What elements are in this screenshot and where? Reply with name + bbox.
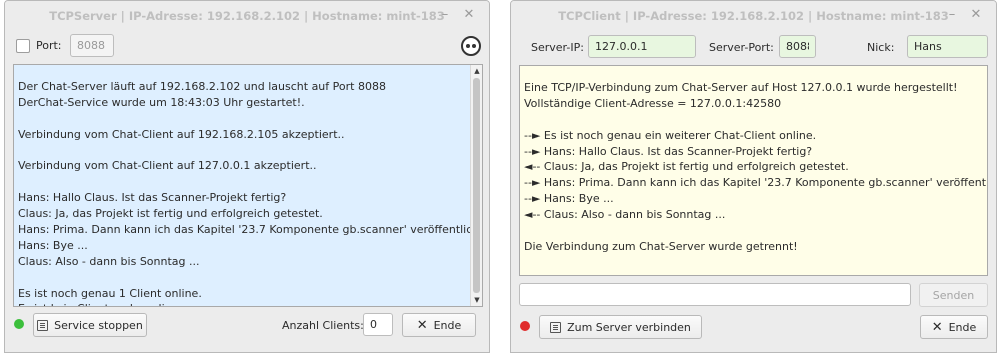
scroll-up-icon[interactable]: ▲ bbox=[473, 67, 481, 75]
port-label: Port: bbox=[36, 39, 62, 52]
stop-service-button[interactable]: Service stoppen bbox=[33, 313, 147, 337]
port-input[interactable] bbox=[70, 34, 114, 57]
x-icon: ✕ bbox=[416, 317, 428, 333]
log-line: Claus: Also - dann bis Sonntag ... bbox=[18, 254, 200, 268]
nick-label: Nick: bbox=[867, 41, 895, 54]
server-ip-input[interactable] bbox=[588, 35, 696, 58]
server-ip-label: Server-IP: bbox=[531, 41, 584, 54]
log-line: ◄-- Claus: Also - dann bis Sonntag ... bbox=[524, 208, 726, 222]
client-window-title: TCPClient | IP-Adresse: 192.168.2.102 | … bbox=[558, 9, 949, 23]
client-log[interactable]: Eine TCP/IP-Verbindung zum Chat-Server a… bbox=[519, 65, 988, 276]
log-line: Hans: Prima. Dann kann ich das Kapitel '… bbox=[18, 223, 483, 237]
log-line: Der Chat-Server läuft auf 192.168.2.102 … bbox=[18, 80, 386, 93]
connect-label: Zum Server verbinden bbox=[567, 320, 691, 334]
nick-input[interactable] bbox=[907, 35, 988, 58]
scrollbar[interactable]: ▲ ▼ bbox=[470, 65, 482, 306]
log-line: Hans: Bye ... bbox=[18, 238, 88, 252]
end-button[interactable]: ✕ Ende bbox=[920, 315, 988, 339]
end-label: Ende bbox=[433, 318, 462, 332]
client-titlebar: TCPClient | IP-Adresse: 192.168.2.102 | … bbox=[511, 1, 996, 31]
clients-label: Anzahl Clients: bbox=[282, 319, 364, 332]
log-line: --► Hans: Hallo Claus. Ist das Scanner-P… bbox=[524, 144, 813, 158]
scroll-down-icon[interactable]: ▼ bbox=[473, 296, 481, 304]
log-line: Es ist kein Client mehr online. bbox=[18, 301, 477, 306]
log-line: Eine TCP/IP-Verbindung zum Chat-Server a… bbox=[524, 81, 958, 94]
log-line: Es ist noch genau 1 Client online. bbox=[18, 286, 202, 300]
client-window: TCPClient | IP-Adresse: 192.168.2.102 | … bbox=[510, 0, 997, 353]
clients-count-input[interactable] bbox=[363, 313, 393, 336]
log-line: Die Verbindung zum Chat-Server wurde get… bbox=[524, 239, 798, 253]
message-input[interactable] bbox=[519, 283, 911, 306]
log-line: ◄-- Claus: Ja, das Projekt ist fertig un… bbox=[524, 160, 849, 174]
server-port-label: Server-Port: bbox=[709, 41, 774, 54]
log-line: Vollständige Client-Adresse = 127.0.0.1:… bbox=[524, 96, 782, 110]
close-icon[interactable]: ✕ bbox=[968, 7, 984, 23]
server-window-title: TCPServer | IP-Adresse: 192.168.2.102 | … bbox=[49, 9, 445, 23]
end-label: Ende bbox=[948, 320, 977, 334]
log-line: --► Hans: Bye ... bbox=[524, 192, 614, 206]
log-line: --► Es ist noch genau ein weiterer Chat-… bbox=[524, 128, 817, 142]
connect-button[interactable]: Zum Server verbinden bbox=[539, 315, 702, 339]
minimize-icon[interactable]: – bbox=[437, 7, 453, 23]
server-titlebar: TCPServer | IP-Adresse: 192.168.2.102 | … bbox=[5, 1, 489, 31]
end-button[interactable]: ✕ Ende bbox=[402, 313, 476, 337]
send-label: Senden bbox=[932, 288, 975, 302]
server-port-input[interactable] bbox=[779, 35, 816, 58]
log-line: Claus: Ja, das Projekt ist fertig und er… bbox=[18, 207, 323, 221]
log-line: --► Hans: Prima. Dann kann ich das Kapit… bbox=[524, 176, 988, 190]
green-led-icon bbox=[14, 319, 24, 329]
log-line: DerChat-Service wurde um 18:43:03 Uhr ge… bbox=[18, 95, 305, 109]
port-checkbox[interactable] bbox=[16, 39, 30, 53]
server-icon bbox=[550, 321, 562, 333]
service-icon bbox=[37, 319, 49, 331]
x-icon: ✕ bbox=[931, 319, 943, 335]
minimize-icon[interactable]: – bbox=[944, 7, 960, 23]
log-line: Verbindung vom Chat-Client auf 192.168.2… bbox=[18, 127, 345, 141]
red-led-icon bbox=[520, 321, 530, 331]
server-window: TCPServer | IP-Adresse: 192.168.2.102 | … bbox=[4, 0, 490, 353]
log-line: Hans: Hallo Claus. Ist das Scanner-Proje… bbox=[18, 191, 287, 205]
close-icon[interactable]: ✕ bbox=[461, 7, 477, 23]
stop-service-label: Service stoppen bbox=[54, 318, 143, 332]
avatar-icon bbox=[461, 36, 481, 56]
log-line: Verbindung vom Chat-Client auf 127.0.0.1… bbox=[18, 159, 317, 173]
send-button[interactable]: Senden bbox=[919, 283, 988, 307]
scroll-thumb[interactable] bbox=[473, 78, 480, 293]
server-log[interactable]: Der Chat-Server läuft auf 192.168.2.102 … bbox=[13, 64, 483, 307]
